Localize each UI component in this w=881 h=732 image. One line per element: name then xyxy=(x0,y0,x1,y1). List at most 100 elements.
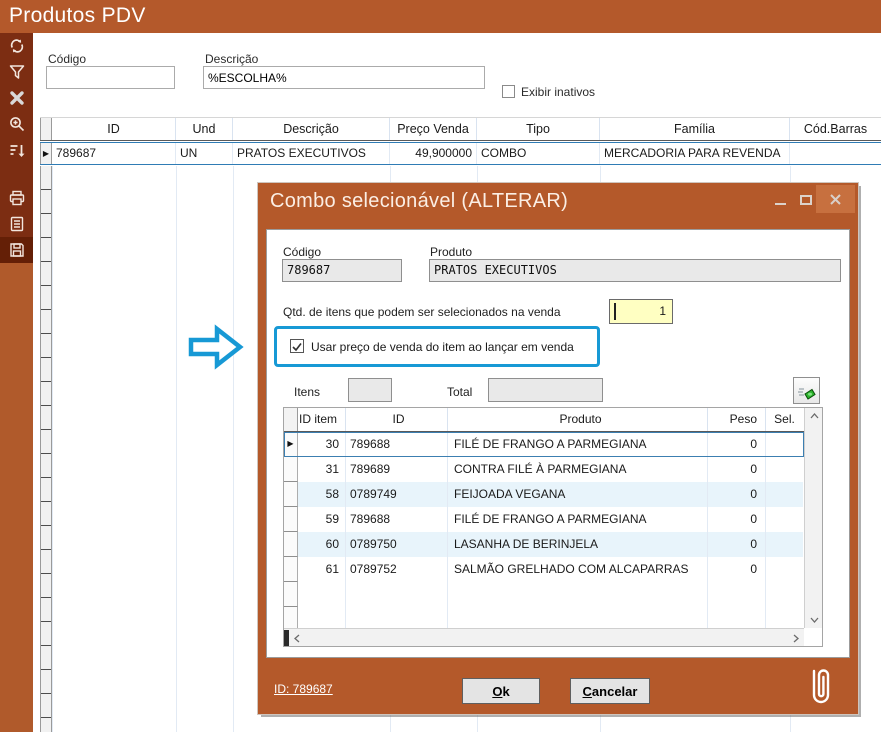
refresh-icon[interactable] xyxy=(0,33,33,59)
cell[interactable]: 789688 xyxy=(346,507,448,532)
table-row[interactable]: 600789750LASANHA DE BERINJELA0 xyxy=(284,532,804,557)
cell[interactable]: 789689 xyxy=(346,457,448,482)
cell[interactable]: 0789749 xyxy=(346,482,448,507)
money-icon xyxy=(797,381,817,401)
record-id-link[interactable]: ID: 789687 xyxy=(274,682,333,696)
save-icon[interactable] xyxy=(0,237,33,263)
cell[interactable]: 0 xyxy=(708,507,766,532)
sort-icon[interactable] xyxy=(0,137,33,163)
cell[interactable]: 0 xyxy=(708,432,766,457)
column-header-tipo[interactable]: Tipo xyxy=(477,118,600,140)
qtd-input[interactable]: 1 xyxy=(609,299,673,324)
cell[interactable]: FILÉ DE FRANGO A PARMEGIANA xyxy=(448,507,708,532)
cell[interactable]: 0 xyxy=(708,482,766,507)
scroll-right-icon[interactable] xyxy=(788,630,804,646)
cell[interactable]: 0 xyxy=(708,532,766,557)
scroll-up-icon[interactable] xyxy=(806,408,822,424)
scroll-left-icon[interactable] xyxy=(289,630,305,646)
maximize-icon[interactable] xyxy=(800,195,812,205)
empty-cell xyxy=(708,607,766,628)
close-icon[interactable] xyxy=(816,185,855,213)
cell[interactable]: 60 xyxy=(298,532,346,557)
descricao-filter-input[interactable] xyxy=(203,66,485,89)
column-header-id-item[interactable]: ID item xyxy=(298,408,346,431)
column-header-descricao[interactable]: Descrição xyxy=(233,118,390,140)
cell[interactable] xyxy=(766,482,803,507)
cell[interactable]: CONTRA FILÉ À PARMEGIANA xyxy=(448,457,708,482)
column-header-familia[interactable]: Família xyxy=(600,118,790,140)
column-header-und[interactable]: Und xyxy=(176,118,233,140)
cell[interactable]: 0789752 xyxy=(346,557,448,582)
cell[interactable] xyxy=(766,507,803,532)
paperclip-icon[interactable] xyxy=(806,663,832,716)
table-row[interactable]: 580789749FEIJOADA VEGANA0 xyxy=(284,482,804,507)
items-grid-header: ID item ID Produto Peso Sel. xyxy=(284,408,804,432)
cell[interactable]: UN xyxy=(176,143,233,164)
row-selector xyxy=(284,582,298,607)
table-row[interactable]: 610789752SALMÃO GRELHADO COM ALCAPARRAS0 xyxy=(284,557,804,582)
cell[interactable]: PRATOS EXECUTIVOS xyxy=(233,143,390,164)
cell[interactable] xyxy=(766,532,803,557)
cell[interactable] xyxy=(790,143,881,164)
zoom-icon[interactable] xyxy=(0,111,33,137)
cell[interactable]: SALMÃO GRELHADO COM ALCAPARRAS xyxy=(448,557,708,582)
cell[interactable]: 58 xyxy=(298,482,346,507)
cell[interactable]: 789687 xyxy=(52,143,176,164)
clear-filter-icon[interactable] xyxy=(0,85,33,111)
empty-cell xyxy=(766,582,803,607)
row-selector[interactable] xyxy=(284,557,298,582)
column-header-cod-barras[interactable]: Cód.Barras xyxy=(790,118,881,140)
cell[interactable]: MERCADORIA PARA REVENDA xyxy=(600,143,790,164)
column-header-produto[interactable]: Produto xyxy=(448,408,708,431)
minimize-icon[interactable] xyxy=(775,203,786,205)
app-titlebar: Produtos PDV xyxy=(0,0,881,33)
print-icon[interactable] xyxy=(0,185,33,211)
cell[interactable]: 0 xyxy=(708,557,766,582)
cell[interactable]: 31 xyxy=(298,457,346,482)
column-header-peso[interactable]: Peso xyxy=(708,408,766,431)
row-selector[interactable]: ▶ xyxy=(284,432,298,457)
row-selector[interactable] xyxy=(284,482,298,507)
column-header-sel[interactable]: Sel. xyxy=(766,408,803,431)
column-header-id[interactable]: ID xyxy=(52,118,176,140)
cell[interactable]: FEIJOADA VEGANA xyxy=(448,482,708,507)
table-row[interactable]: ▶30789688FILÉ DE FRANGO A PARMEGIANA0 xyxy=(284,432,804,457)
column-header-id[interactable]: ID xyxy=(346,408,448,431)
horizontal-scrollbar[interactable] xyxy=(284,628,804,646)
cell[interactable]: LASANHA DE BERINJELA xyxy=(448,532,708,557)
cell[interactable]: 59 xyxy=(298,507,346,532)
row-selector[interactable] xyxy=(284,507,298,532)
filter-icon[interactable] xyxy=(0,59,33,85)
table-row[interactable]: ▶789687UNPRATOS EXECUTIVOS49,900000COMBO… xyxy=(40,142,881,165)
cell[interactable] xyxy=(766,557,803,582)
cell[interactable] xyxy=(766,432,803,457)
row-selector[interactable] xyxy=(284,532,298,557)
cell[interactable]: 30 xyxy=(298,432,346,457)
cell[interactable]: 61 xyxy=(298,557,346,582)
cell[interactable] xyxy=(766,457,803,482)
codigo-filter-input[interactable] xyxy=(46,66,175,89)
cancel-button[interactable]: Cancelar xyxy=(570,678,650,704)
cell[interactable]: 0 xyxy=(708,457,766,482)
cell[interactable]: FILÉ DE FRANGO A PARMEGIANA xyxy=(448,432,708,457)
table-row[interactable]: 59789688FILÉ DE FRANGO A PARMEGIANA0 xyxy=(284,507,804,532)
grid-column-line xyxy=(52,166,53,732)
scroll-down-icon[interactable] xyxy=(806,612,822,628)
ok-button[interactable]: Ok xyxy=(462,678,540,704)
cell[interactable]: 49,900000 xyxy=(390,143,477,164)
empty-cell xyxy=(448,607,708,628)
report-icon[interactable] xyxy=(0,211,33,237)
cell[interactable]: 789688 xyxy=(346,432,448,457)
vertical-scrollbar[interactable] xyxy=(804,408,822,628)
cell[interactable]: 0789750 xyxy=(346,532,448,557)
cell[interactable]: COMBO xyxy=(477,143,600,164)
column-header-preco-venda[interactable]: Preço Venda xyxy=(390,118,477,140)
exibir-inativos-checkbox[interactable] xyxy=(502,85,515,98)
row-selector[interactable] xyxy=(284,457,298,482)
recalculate-button[interactable] xyxy=(793,377,820,404)
usar-preco-checkbox[interactable] xyxy=(290,339,304,353)
empty-cell xyxy=(298,607,346,628)
row-selector-header xyxy=(284,408,298,431)
table-row[interactable]: 31789689CONTRA FILÉ À PARMEGIANA0 xyxy=(284,457,804,482)
row-selector[interactable]: ▶ xyxy=(40,143,52,164)
